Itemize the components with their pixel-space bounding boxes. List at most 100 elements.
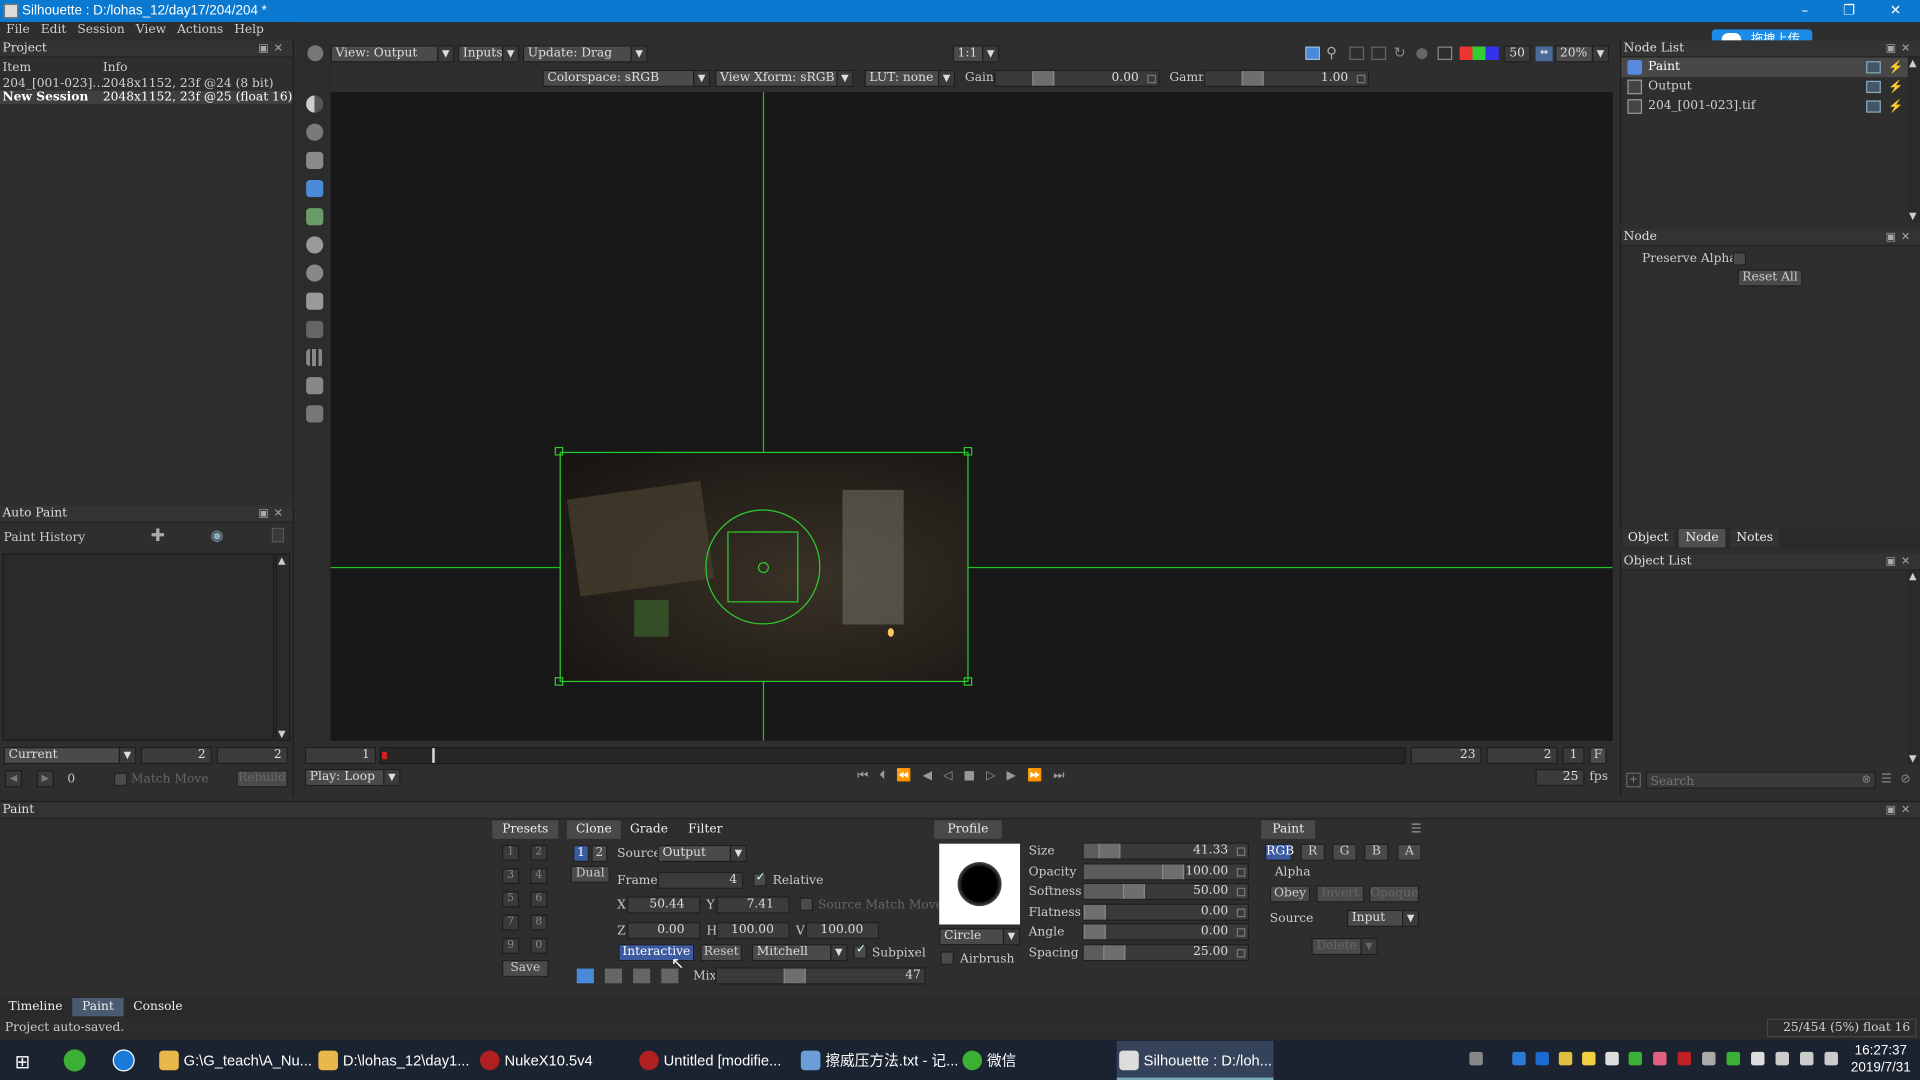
taskbar-item-explorer-1[interactable]: G:\G_teach\A_Nu... — [157, 1041, 312, 1080]
tab-node[interactable]: Node — [1678, 528, 1726, 548]
frame-step-field[interactable]: 1 — [1562, 746, 1585, 765]
filter-select[interactable]: Mitchell ▼ — [751, 944, 848, 962]
preset-8-button[interactable]: 8 — [530, 914, 548, 931]
keyframe-icon[interactable] — [1236, 928, 1246, 937]
wifi-icon[interactable] — [1751, 1051, 1765, 1066]
taskbar-item-nuke-untitled[interactable]: Untitled [modifie... — [637, 1041, 781, 1080]
clone-page-1-button[interactable]: 1 — [573, 844, 589, 863]
source-match-move-checkbox[interactable] — [799, 897, 814, 912]
timeline-playhead[interactable] — [432, 748, 435, 763]
paint-box-tab[interactable]: Paint — [1261, 820, 1316, 839]
zoom-icon[interactable]: ⚲ — [1326, 44, 1337, 61]
preset-9-button[interactable]: 9 — [502, 937, 520, 954]
profile-param-slider[interactable]: 0.00 — [1082, 923, 1249, 941]
tray-app-icon[interactable] — [1558, 1051, 1573, 1066]
slider-knob[interactable] — [1098, 843, 1121, 859]
keyframe-icon[interactable] — [1236, 907, 1246, 917]
gain-slider-knob[interactable] — [1032, 71, 1055, 86]
menu-actions[interactable]: Actions — [177, 23, 223, 36]
profile-param-slider[interactable]: 25.00 — [1082, 943, 1249, 961]
list-options-icon[interactable]: ☰ — [1881, 773, 1892, 786]
tray-app-icon[interactable] — [1512, 1051, 1526, 1066]
preset-6-button[interactable]: 6 — [530, 891, 548, 908]
transform-handle[interactable] — [963, 677, 973, 686]
profile-param-slider[interactable]: 100.00 — [1082, 862, 1249, 880]
center-target-icon[interactable] — [757, 562, 769, 574]
bolt-icon[interactable]: ⚡ — [1888, 59, 1903, 79]
tab-object[interactable]: Object — [1622, 528, 1674, 548]
blend-mode-1-icon[interactable] — [576, 968, 594, 984]
preset-0-button[interactable]: 0 — [530, 937, 548, 954]
scroll-up-icon[interactable]: ▲ — [1909, 571, 1917, 582]
keyframe-icon[interactable] — [1236, 948, 1246, 957]
trash-icon[interactable] — [271, 527, 285, 543]
keyframe-icon[interactable] — [1236, 847, 1246, 856]
ime-icon[interactable] — [1824, 1051, 1838, 1066]
v-field[interactable]: 100.00 — [805, 922, 880, 940]
step-forward-icon[interactable]: ▶ — [1007, 769, 1027, 782]
alpha-opaque-button[interactable]: Opaque — [1368, 885, 1420, 903]
grade-tool-icon[interactable] — [306, 123, 324, 141]
reset-button[interactable]: Reset — [700, 944, 743, 962]
prev-icon[interactable]: ◀ — [4, 770, 23, 788]
rebuild-button[interactable]: Rebuild — [236, 770, 288, 788]
monitor-icon[interactable] — [1305, 46, 1321, 61]
autopaint-start-field[interactable]: 2 — [140, 746, 212, 765]
slider-knob[interactable] — [1162, 863, 1185, 879]
chart-tool-icon[interactable] — [306, 405, 324, 423]
scroll-up-icon[interactable]: ▲ — [1909, 58, 1917, 69]
subpixel-checkbox[interactable] — [853, 943, 867, 959]
disable-icon[interactable]: ⊘ — [1900, 773, 1910, 786]
overlay-icon[interactable] — [1437, 46, 1453, 61]
panel-float-close-icon[interactable]: ▣✕ — [1886, 229, 1915, 246]
preset-4-button[interactable]: 4 — [530, 868, 548, 885]
texture-tool-icon[interactable] — [306, 320, 324, 338]
transport-controls[interactable]: ⏮⏴⏪◀◁■▷▶⏩⏭ — [857, 769, 1075, 782]
gain-slider[interactable]: 0.00 — [994, 69, 1160, 87]
maximize-button[interactable]: ❐ — [1827, 0, 1871, 22]
view-xform-select[interactable]: View Xform: sRGB ▼ — [715, 69, 854, 87]
tab-filter[interactable]: Filter — [678, 820, 732, 838]
taskbar-item-wechat[interactable]: 微信 — [960, 1041, 1104, 1080]
node-item-output[interactable]: Output ⚡ — [1621, 77, 1920, 97]
tray-app-icon[interactable] — [1628, 1051, 1643, 1066]
alpha-invert-button[interactable]: Invert — [1316, 885, 1365, 903]
project-row[interactable]: 204_[001-023]… 2048x1152, 23f @24 (8 bit… — [0, 77, 293, 90]
frame-mode-button[interactable]: F — [1589, 746, 1607, 765]
contrast-tool-icon[interactable] — [306, 95, 324, 113]
slider-knob[interactable] — [1083, 924, 1106, 940]
lock-icon[interactable]: ● — [1416, 44, 1429, 61]
tray-app-icon[interactable] — [1677, 1051, 1692, 1066]
prev-key-icon[interactable]: ⏴ — [879, 769, 896, 782]
blend-mode-2-icon[interactable] — [604, 968, 623, 984]
channel-rgb-button[interactable]: RGB — [1264, 843, 1294, 861]
zoom-select[interactable]: 20% ▼ — [1555, 45, 1609, 63]
paint-brush-tool-icon[interactable] — [306, 208, 324, 226]
tab-timeline[interactable]: Timeline — [5, 998, 66, 1016]
preset-1-button[interactable]: 1 — [502, 844, 520, 861]
lut-select[interactable]: LUT: none ▼ — [864, 69, 956, 87]
paint-history-list[interactable] — [2, 553, 275, 741]
menu-view[interactable]: View — [136, 23, 166, 36]
presets-tab[interactable]: Presets — [492, 820, 559, 839]
taskbar-item-notepad[interactable]: 擦威压方法.txt - 记... — [798, 1041, 958, 1080]
blend-mode-3-icon[interactable] — [633, 968, 651, 984]
profile-tab[interactable]: Profile — [934, 820, 1002, 839]
viewer-canvas[interactable] — [330, 91, 1613, 741]
current-frame-field[interactable]: 2 — [1486, 746, 1558, 765]
channel-g-button[interactable]: G — [1332, 843, 1357, 861]
scroll-down-icon[interactable]: ▼ — [278, 729, 286, 740]
frame-field[interactable]: 4 — [657, 871, 744, 889]
z-field[interactable]: 0.00 — [626, 922, 701, 940]
panel-float-close-icon[interactable]: ▣✕ — [1886, 40, 1915, 57]
project-row-selected[interactable]: New Session 2048x1152, 23f @25 (float 16… — [0, 90, 293, 105]
refresh-icon[interactable]: ↻ — [1393, 44, 1405, 61]
object-list-scrollbar[interactable]: ▲ ▼ — [1907, 570, 1920, 765]
menu-help[interactable]: Help — [234, 23, 264, 36]
timeline-end-field[interactable]: 23 — [1410, 746, 1482, 765]
menu-icon[interactable]: ☰ — [1411, 823, 1422, 836]
preset-5-button[interactable]: 5 — [502, 891, 520, 908]
tray-app-icon[interactable] — [1702, 1051, 1716, 1066]
keyframe-icon[interactable] — [1236, 867, 1246, 877]
brush-shape-select[interactable]: Circle ▼ — [939, 928, 1021, 946]
